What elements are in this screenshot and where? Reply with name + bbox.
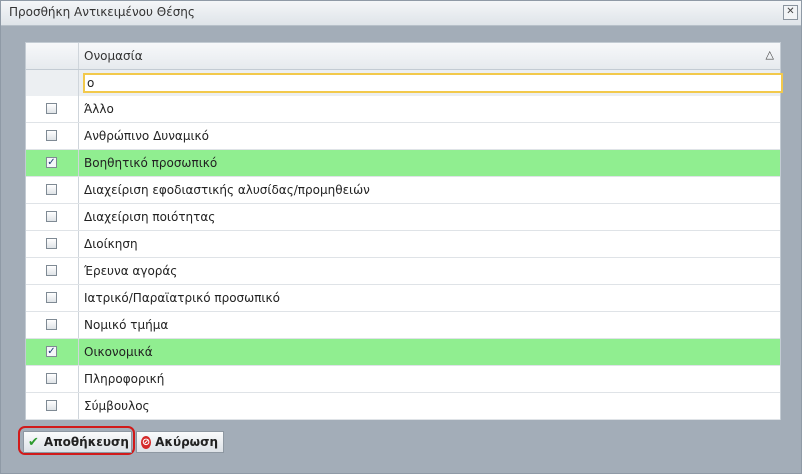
table-row[interactable]: Νομικό τμήμα [26,312,780,339]
row-name: Βοηθητικό προσωπικό [84,156,218,170]
grid-filter-row [26,70,783,97]
save-button[interactable]: ✔ Αποθήκευση [23,431,132,453]
save-button-label: Αποθήκευση [43,435,129,449]
cancel-button-label: Ακύρωση [155,435,218,449]
table-row[interactable]: Έρευνα αγοράς [26,258,780,285]
row-checkbox-cell [26,285,79,311]
table-row[interactable]: Διοίκηση [26,231,780,258]
dialog-footer: ✔ Αποθήκευση ⊘ Ακύρωση [1,419,801,473]
row-checkbox-cell [26,231,79,257]
row-name: Ιατρικό/Παραϊατρικό προσωπικό [84,291,280,305]
add-position-object-dialog: Προσθήκη Αντικειμένου Θέσης ✕ Ονομασία △… [0,0,802,474]
table-row[interactable]: Διαχείριση ποιότητας [26,204,780,231]
cancel-icon: ⊘ [141,435,152,449]
row-checkbox[interactable] [46,238,57,249]
row-name: Νομικό τμήμα [84,318,169,332]
table-row[interactable]: Ανθρώπινο Δυναμικό [26,123,780,150]
close-icon[interactable]: ✕ [783,5,798,20]
row-checkbox[interactable] [46,103,57,114]
name-filter-input[interactable] [83,73,783,93]
row-checkbox-cell [26,393,79,419]
row-checkbox[interactable] [46,211,57,222]
row-checkbox-cell [26,366,79,392]
row-checkbox[interactable] [46,319,57,330]
row-name: Διοίκηση [84,237,138,251]
column-header-name[interactable]: Ονομασία [84,43,143,69]
row-checkbox-cell [26,123,79,149]
row-checkbox-cell [26,204,79,230]
cancel-button[interactable]: ⊘ Ακύρωση [136,431,224,453]
row-checkbox[interactable] [46,292,57,303]
table-row[interactable]: Σύμβουλος [26,393,780,420]
row-checkbox-cell [26,177,79,203]
table-row[interactable]: Ιατρικό/Παραϊατρικό προσωπικό [26,285,780,312]
row-checkbox[interactable]: ✓ [46,157,57,168]
items-grid: Ονομασία △ Άλλο Ανθρώπινο Δυναμικό ✓ Βοηθητ… [25,42,783,420]
row-checkbox-cell: ✓ [26,339,79,365]
row-checkbox[interactable] [46,130,57,141]
table-row[interactable]: Άλλο [26,96,780,123]
row-name: Άλλο [84,102,114,116]
table-row[interactable]: ✓ Βοηθητικό προσωπικό [26,150,780,177]
checkmark-icon: ✔ [28,434,39,450]
row-name: Έρευνα αγοράς [84,264,178,278]
row-name: Ανθρώπινο Δυναμικό [84,129,209,143]
row-checkbox-cell [26,258,79,284]
row-checkbox-cell [26,96,79,122]
row-name: Διαχείριση εφοδιαστικής αλυσίδας/προμηθε… [84,183,370,197]
row-checkbox[interactable] [46,184,57,195]
dialog-titlebar[interactable]: Προσθήκη Αντικειμένου Θέσης ✕ [1,1,801,26]
row-name: Οικονομικά [84,345,153,359]
sort-ascending-icon[interactable]: △ [766,48,774,61]
grid-header-row: Ονομασία △ [26,43,780,70]
row-checkbox-cell [26,312,79,338]
row-name: Σύμβουλος [84,399,150,413]
row-checkbox[interactable]: ✓ [46,346,57,357]
dialog-title: Προσθήκη Αντικειμένου Θέσης [9,5,195,19]
table-row[interactable]: Διαχείριση εφοδιαστικής αλυσίδας/προμηθε… [26,177,780,204]
row-checkbox-cell: ✓ [26,150,79,176]
header-checkbox-column [26,43,79,69]
table-row[interactable]: ✓ Οικονομικά [26,339,780,366]
filter-checkbox-column [26,70,79,96]
row-checkbox[interactable] [46,265,57,276]
row-checkbox[interactable] [46,400,57,411]
row-name: Πληροφορική [84,372,165,386]
row-checkbox[interactable] [46,373,57,384]
table-row[interactable]: Πληροφορική [26,366,780,393]
row-name: Διαχείριση ποιότητας [84,210,216,224]
